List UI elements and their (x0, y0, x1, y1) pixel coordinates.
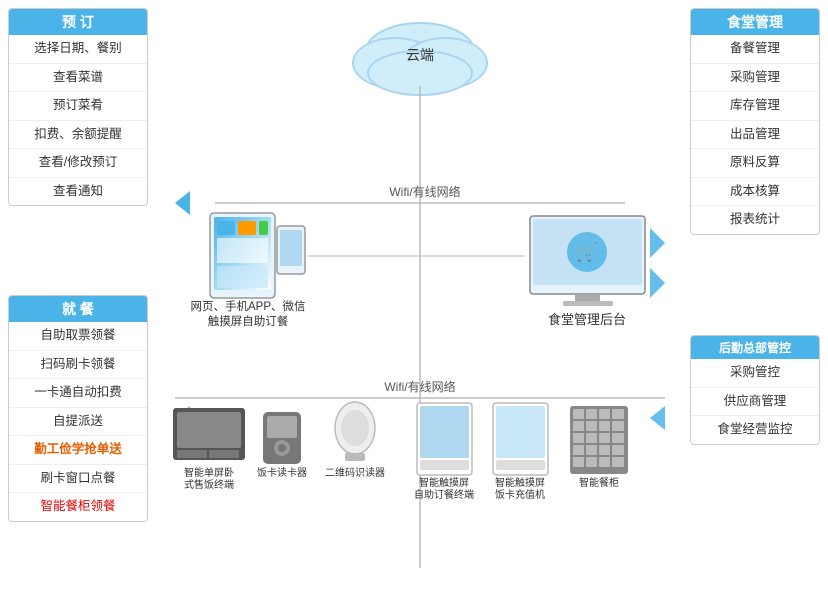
dining-item-1: 自助取票领餐 (9, 322, 147, 351)
preorder-item-2: 查看菜谱 (9, 64, 147, 93)
svg-text:智能触摸屏: 智能触摸屏 (419, 476, 469, 489)
preorder-item-1: 选择日期、餐别 (9, 35, 147, 64)
canteen-mgmt-panel: 食堂管理 备餐管理 采购管理 库存管理 出品管理 原料反算 成本核算 报表统计 (690, 8, 820, 247)
svg-text:Wifi/有线网络: Wifi/有线网络 (389, 184, 460, 199)
main-container: 预 订 选择日期、餐别 查看菜谱 预订菜肴 扣费、余额提醒 查看/修改预订 查看… (0, 0, 828, 601)
preorder-item-5: 查看/修改预订 (9, 149, 147, 178)
preorder-item-4: 扣费、余额提醒 (9, 121, 147, 150)
logistics-item-1: 采购管控 (691, 359, 819, 388)
svg-text:二维码识读器: 二维码识读器 (325, 466, 385, 479)
dining-header: 就 餐 (9, 296, 147, 322)
svg-text:食堂管理后台: 食堂管理后台 (548, 312, 626, 327)
svg-text:🛒: 🛒 (576, 241, 598, 262)
dining-panel: 就 餐 自助取票领餐 扫码刷卡领餐 一卡通自动扣费 自提派送 勤工俭学抢单送 刷… (8, 295, 148, 534)
dining-item-6: 刷卡窗口点餐 (9, 465, 147, 494)
preorder-item-3: 预订菜肴 (9, 92, 147, 121)
svg-text:网页、手机APP、微信: 网页、手机APP、微信 (190, 299, 305, 313)
canteen-item-3: 库存管理 (691, 92, 819, 121)
canteen-item-1: 备餐管理 (691, 35, 819, 64)
svg-text:饭卡充值机: 饭卡充值机 (495, 488, 545, 501)
svg-text:智能餐柜: 智能餐柜 (579, 476, 619, 489)
svg-text:智能触摸屏: 智能触摸屏 (495, 476, 545, 489)
svg-text:云端: 云端 (406, 47, 434, 63)
preorder-panel: 预 订 选择日期、餐别 查看菜谱 预订菜肴 扣费、余额提醒 查看/修改预订 查看… (8, 8, 148, 218)
logistics-panel: 后勤总部管控 采购管控 供应商管理 食堂经营监控 (690, 335, 820, 457)
logistics-header: 后勤总部管控 (691, 336, 819, 359)
dining-item-3: 一卡通自动扣费 (9, 379, 147, 408)
center-diagram: 云端 Wifi/有线网络 Wifi/有线网络 网页、手机APP、微信 触摸屏自助… (155, 8, 685, 593)
canteen-item-6: 成本核算 (691, 178, 819, 207)
svg-text:自助订餐终端: 自助订餐终端 (414, 488, 474, 501)
logistics-item-3: 食堂经营监控 (691, 416, 819, 444)
svg-text:饭卡读卡器: 饭卡读卡器 (257, 466, 307, 479)
svg-text:触摸屏自助订餐: 触摸屏自助订餐 (208, 314, 289, 328)
dining-item-7: 智能餐柜领餐 (9, 493, 147, 521)
canteen-item-4: 出品管理 (691, 121, 819, 150)
svg-text:智能单屏卧: 智能单屏卧 (184, 466, 234, 479)
canteen-item-2: 采购管理 (691, 64, 819, 93)
dining-item-5: 勤工俭学抢单送 (9, 436, 147, 465)
preorder-header: 预 订 (9, 9, 147, 35)
dining-item-4: 自提派送 (9, 408, 147, 437)
preorder-item-6: 查看通知 (9, 178, 147, 206)
svg-text:Wifi/有线网络: Wifi/有线网络 (384, 379, 455, 394)
dining-item-2: 扫码刷卡领餐 (9, 351, 147, 380)
canteen-item-7: 报表统计 (691, 206, 819, 234)
logistics-item-2: 供应商管理 (691, 388, 819, 417)
canteen-item-5: 原料反算 (691, 149, 819, 178)
svg-text:式售饭终端: 式售饭终端 (184, 478, 234, 491)
canteen-mgmt-header: 食堂管理 (691, 9, 819, 35)
